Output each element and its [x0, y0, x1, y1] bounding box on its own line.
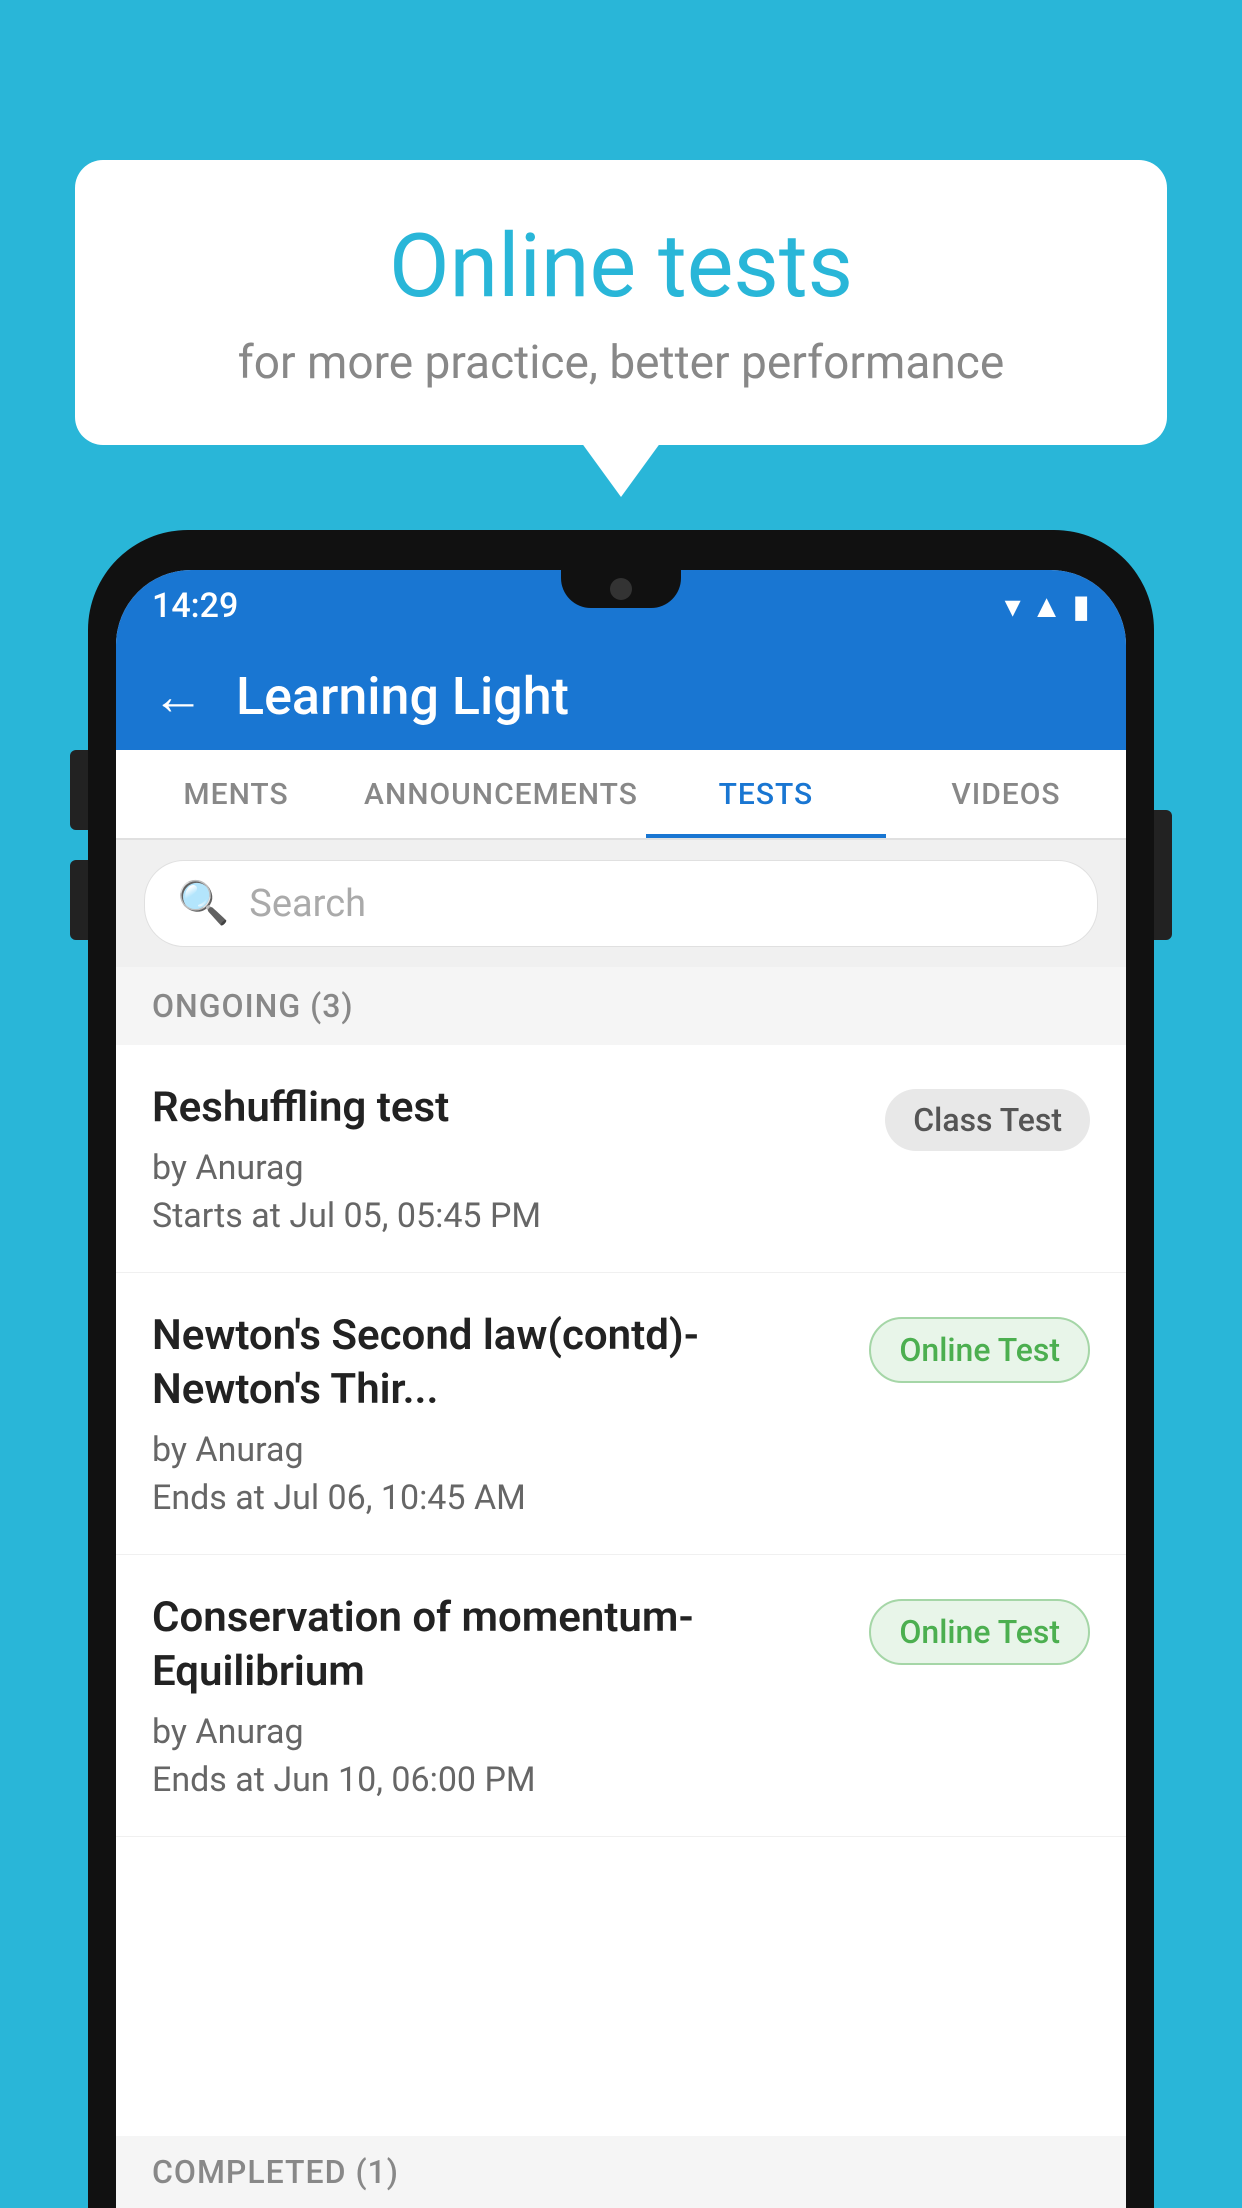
app-header: ← Learning Light [116, 642, 1126, 750]
tab-videos[interactable]: VIDEOS [886, 750, 1126, 838]
tab-bar: MENTS ANNOUNCEMENTS TESTS VIDEOS [116, 750, 1126, 840]
test-badge-1: Class Test [885, 1089, 1090, 1151]
notch-camera [610, 578, 632, 600]
test-name-1: Reshuffling test [152, 1081, 865, 1136]
test-list: Reshuffling test by Anurag Starts at Jul… [116, 1045, 1126, 1837]
back-button[interactable]: ← [152, 666, 204, 727]
bubble-title: Online tests [135, 215, 1107, 318]
header-title: Learning Light [236, 666, 569, 727]
tab-tests[interactable]: TESTS [646, 750, 886, 838]
test-name-3: Conservation of momentum-Equilibrium [152, 1591, 849, 1700]
test-badge-3: Online Test [869, 1599, 1090, 1665]
test-author-1: by Anurag [152, 1148, 865, 1188]
test-info-3: Conservation of momentum-Equilibrium by … [152, 1591, 869, 1800]
status-icons: ▾ ▲ ▮ [1005, 587, 1090, 625]
test-item[interactable]: Conservation of momentum-Equilibrium by … [116, 1555, 1126, 1837]
wifi-icon: ▾ [1005, 587, 1021, 625]
completed-section-header: COMPLETED (1) [116, 2136, 1126, 2208]
ongoing-section-header: ONGOING (3) [116, 967, 1126, 1045]
phone-btn-left2 [70, 860, 88, 940]
search-bar: 🔍 Search [116, 840, 1126, 967]
battery-icon: ▮ [1072, 587, 1090, 625]
test-info-2: Newton's Second law(contd)-Newton's Thir… [152, 1309, 869, 1518]
phone-btn-right [1154, 810, 1172, 940]
search-placeholder: Search [249, 882, 366, 926]
test-time-3: Ends at Jun 10, 06:00 PM [152, 1760, 849, 1800]
bubble-subtitle: for more practice, better performance [135, 336, 1107, 390]
search-icon: 🔍 [177, 879, 229, 928]
test-item[interactable]: Newton's Second law(contd)-Newton's Thir… [116, 1273, 1126, 1555]
signal-icon: ▲ [1031, 587, 1063, 625]
test-author-3: by Anurag [152, 1712, 849, 1752]
test-author-2: by Anurag [152, 1430, 849, 1470]
phone-btn-left [70, 750, 88, 830]
speech-bubble: Online tests for more practice, better p… [75, 160, 1167, 445]
test-info-1: Reshuffling test by Anurag Starts at Jul… [152, 1081, 885, 1236]
phone-frame: 14:29 ▾ ▲ ▮ ← Learning Light MENTS ANNOU… [88, 530, 1154, 2208]
phone-screen: 14:29 ▾ ▲ ▮ ← Learning Light MENTS ANNOU… [116, 570, 1126, 2208]
status-time: 14:29 [152, 586, 238, 626]
test-time-2: Ends at Jul 06, 10:45 AM [152, 1478, 849, 1518]
tab-ments[interactable]: MENTS [116, 750, 356, 838]
test-item[interactable]: Reshuffling test by Anurag Starts at Jul… [116, 1045, 1126, 1273]
test-time-1: Starts at Jul 05, 05:45 PM [152, 1196, 865, 1236]
test-name-2: Newton's Second law(contd)-Newton's Thir… [152, 1309, 849, 1418]
test-badge-2: Online Test [869, 1317, 1090, 1383]
phone-notch [561, 570, 681, 608]
tab-announcements[interactable]: ANNOUNCEMENTS [356, 750, 646, 838]
search-input-wrapper[interactable]: 🔍 Search [144, 860, 1098, 947]
